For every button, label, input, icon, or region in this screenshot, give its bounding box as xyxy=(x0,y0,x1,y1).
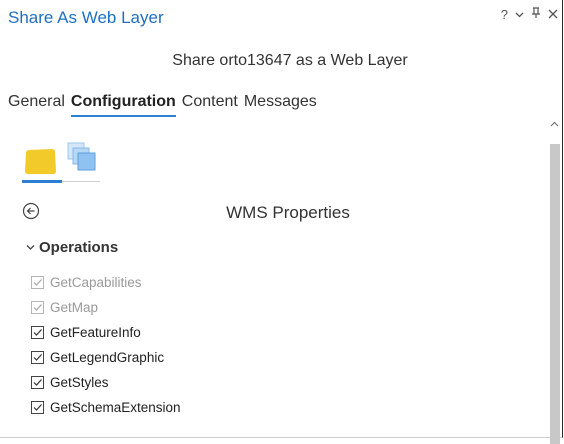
operation-getfeatureinfo: GetFeatureInfo xyxy=(31,320,181,345)
checkmark-icon xyxy=(33,304,42,311)
options-dropdown-button[interactable] xyxy=(515,8,524,22)
operations-group-header[interactable]: Operations xyxy=(26,239,118,256)
operation-getstyles: GetStyles xyxy=(31,370,181,395)
window-title: Share As Web Layer xyxy=(8,8,164,27)
section-title: WMS Properties xyxy=(226,203,350,222)
chevron-down-icon xyxy=(26,245,35,250)
vertical-scrollbar[interactable] xyxy=(548,118,560,444)
checkbox-label: GetSchemaExtension xyxy=(50,400,181,415)
pin-icon xyxy=(532,7,540,18)
scroll-up-button[interactable] xyxy=(548,118,560,130)
checkmark-icon xyxy=(33,329,42,336)
close-button[interactable] xyxy=(548,8,558,22)
operations-label: Operations xyxy=(39,239,119,256)
tab-configuration[interactable]: Configuration xyxy=(70,93,176,117)
operation-getcapabilities: GetCapabilities xyxy=(31,270,181,295)
tab-messages[interactable]: Messages xyxy=(244,93,317,117)
tab-bar: General Configuration Content Messages xyxy=(8,93,317,117)
checkmark-icon xyxy=(33,379,42,386)
subtab-layers[interactable] xyxy=(66,141,98,173)
checkbox-label: GetCapabilities xyxy=(50,275,142,290)
layers-icon xyxy=(67,142,96,171)
getmap-checkbox[interactable] xyxy=(31,301,44,314)
checkmark-icon xyxy=(33,354,42,361)
operations-list: GetCapabilities GetMap GetFeatureInfo Ge… xyxy=(31,270,181,420)
subtab-folder[interactable] xyxy=(24,147,58,177)
pin-button[interactable] xyxy=(531,7,541,22)
window-controls: ? xyxy=(501,7,558,22)
chevron-down-icon xyxy=(515,12,524,17)
scrollbar-thumb[interactable] xyxy=(550,144,560,444)
getschemaextension-checkbox[interactable] xyxy=(31,401,44,414)
title-bar: Share As Web Layer ? xyxy=(0,0,562,34)
tab-content[interactable]: Content xyxy=(182,93,238,117)
getfeatureinfo-checkbox[interactable] xyxy=(31,326,44,339)
operation-getschemaextension: GetSchemaExtension xyxy=(31,395,181,420)
getlegendgraphic-checkbox[interactable] xyxy=(31,351,44,364)
checkbox-label: GetFeatureInfo xyxy=(50,325,141,340)
help-button[interactable]: ? xyxy=(501,7,508,22)
dialog-frame: Share As Web Layer ? Share orto13647 as … xyxy=(0,0,563,444)
dialog-subtitle: Share orto13647 as a Web Layer xyxy=(172,52,408,69)
getstyles-checkbox[interactable] xyxy=(31,376,44,389)
getcapabilities-checkbox[interactable] xyxy=(31,276,44,289)
subtab-bar xyxy=(22,141,100,183)
tab-general[interactable]: General xyxy=(8,93,65,117)
operation-getlegendgraphic: GetLegendGraphic xyxy=(31,345,181,370)
close-icon xyxy=(548,9,558,18)
checkmark-icon xyxy=(33,404,42,411)
chevron-up-icon xyxy=(550,121,558,127)
folder-icon xyxy=(25,149,56,174)
checkbox-label: GetLegendGraphic xyxy=(50,350,165,365)
checkmark-icon xyxy=(33,279,42,286)
active-subtab-indicator xyxy=(22,180,62,183)
operation-getmap: GetMap xyxy=(31,295,181,320)
checkbox-label: GetStyles xyxy=(50,375,109,390)
checkbox-label: GetMap xyxy=(50,300,99,315)
